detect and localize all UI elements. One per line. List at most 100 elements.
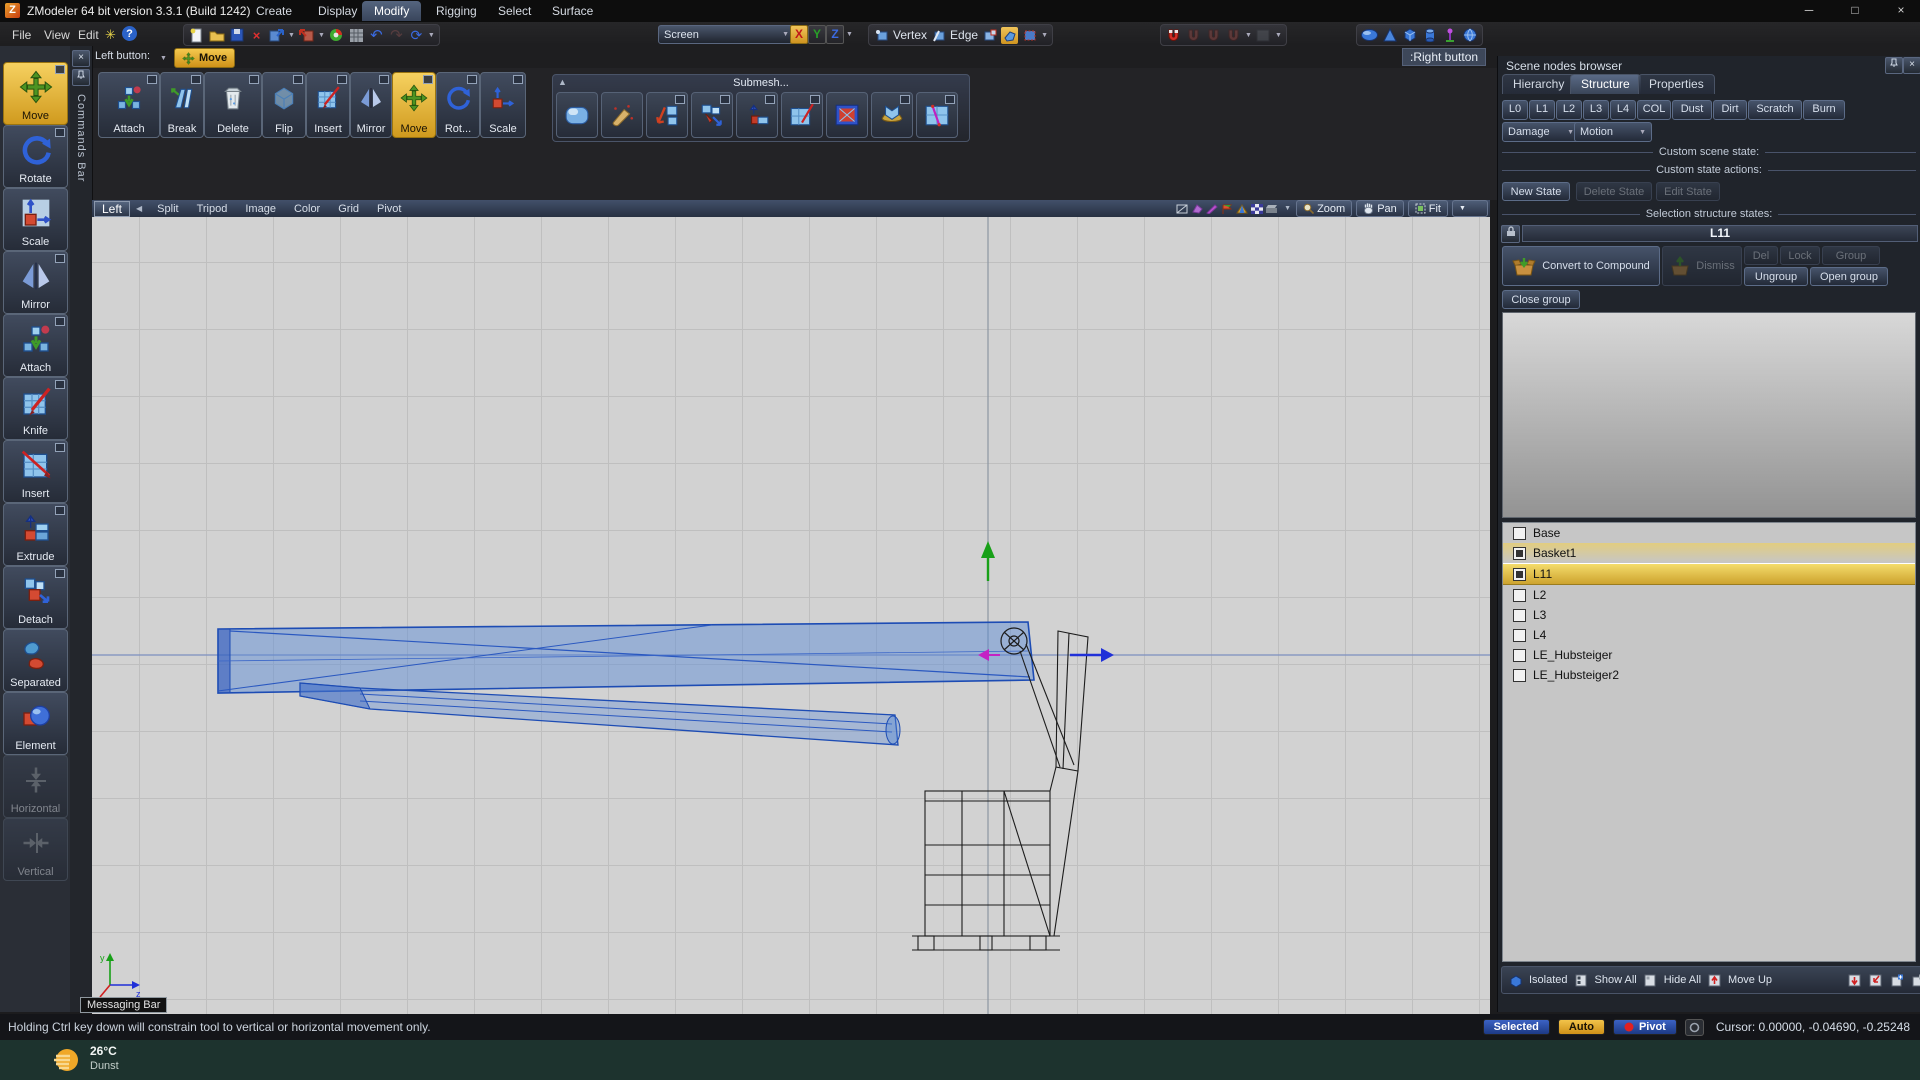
damage-dropdown[interactable]: Damage ▼ <box>1502 122 1580 142</box>
axis-z-toggle[interactable]: Z <box>826 25 844 44</box>
tab-properties[interactable]: Properties <box>1638 74 1715 94</box>
node-checkbox[interactable] <box>1513 568 1526 581</box>
polygon-mode-icon[interactable] <box>981 27 998 44</box>
zoom-button[interactable]: Zoom <box>1296 200 1352 217</box>
marker-pen-icon[interactable] <box>1204 202 1219 215</box>
layer-button-l4[interactable]: L4 <box>1610 100 1636 120</box>
new-file-icon[interactable] <box>188 27 205 44</box>
tab-surface[interactable]: Surface <box>540 1 605 21</box>
gizmo-z-arrow[interactable] <box>1070 648 1114 662</box>
weather-temp[interactable]: 26°C <box>90 1044 117 1058</box>
sidebar-item-knife[interactable]: Knife <box>3 377 68 440</box>
snap-edge-icon[interactable] <box>1185 27 1202 44</box>
viewport-menu-color[interactable]: Color <box>285 203 329 215</box>
viewport-menu-image[interactable]: Image <box>236 203 285 215</box>
viewport-canvas[interactable]: y z x <box>92 217 1490 1014</box>
primitive-cone-icon[interactable] <box>1381 27 1398 44</box>
isolated-icon[interactable] <box>1508 973 1523 988</box>
undo-icon[interactable]: ↶ <box>368 27 385 44</box>
snap-grid-icon[interactable] <box>1225 27 1242 44</box>
view-back-icon[interactable]: ◀ <box>130 204 148 213</box>
submesh-brush-icon[interactable] <box>601 92 643 138</box>
snap-target-icon[interactable] <box>1255 27 1272 44</box>
tab-modify[interactable]: Modify <box>362 1 421 21</box>
list-item[interactable]: L3 <box>1503 605 1915 625</box>
node-checkbox[interactable] <box>1513 609 1526 622</box>
layer-button-dirt[interactable]: Dirt <box>1713 100 1747 120</box>
axis-y-toggle[interactable]: Y <box>808 25 826 44</box>
axis-lock-indicator[interactable] <box>1685 1019 1704 1036</box>
space-mode-dropdown[interactable]: Screen ▼ <box>658 25 795 44</box>
tool-insert-button[interactable]: Insert <box>306 72 350 138</box>
edit-state-button[interactable]: Edit State <box>1656 182 1720 201</box>
uv-mode-icon[interactable] <box>1021 27 1038 44</box>
expand-corner-icon[interactable] <box>467 75 477 84</box>
layer-button-l3[interactable]: L3 <box>1583 100 1609 120</box>
primitive-cylinder-icon[interactable] <box>1421 27 1438 44</box>
maximize-button[interactable]: □ <box>1836 0 1874 21</box>
tab-create[interactable]: Create <box>244 1 304 21</box>
collapse-icon[interactable]: ▲ <box>558 77 567 87</box>
sidebar-item-attach[interactable]: Attach <box>3 314 68 377</box>
node-checkbox[interactable] <box>1513 589 1526 602</box>
axis-overflow-icon[interactable]: ▼ <box>846 31 853 38</box>
hide-all-label[interactable]: Hide All <box>1664 974 1701 986</box>
tool-mirror-button[interactable]: Mirror <box>350 72 392 138</box>
move-down-icon[interactable] <box>1847 973 1862 988</box>
auto-mode-button[interactable]: Auto <box>1558 1019 1605 1035</box>
help-icon[interactable]: ? <box>122 26 137 41</box>
close-group-button[interactable]: Close group <box>1502 290 1580 309</box>
export-caret-icon[interactable]: ▼ <box>288 32 295 39</box>
primitive-sphere-icon[interactable] <box>1361 27 1378 44</box>
snap-face-icon[interactable] <box>1205 27 1222 44</box>
pan-button[interactable]: Pan <box>1356 200 1404 217</box>
submesh-detach-icon[interactable] <box>691 92 733 138</box>
submesh-smooth-icon[interactable] <box>556 92 598 138</box>
panel-pin-icon[interactable] <box>1885 57 1903 74</box>
expand-corner-icon[interactable] <box>55 380 65 389</box>
gizmo-y-arrow[interactable] <box>981 541 995 581</box>
material-editor-icon[interactable] <box>328 27 345 44</box>
open-group-button[interactable]: Open group <box>1810 267 1888 286</box>
node-checkbox[interactable] <box>1513 649 1526 662</box>
layer-button-l0[interactable]: L0 <box>1502 100 1528 120</box>
left-button-caret-icon[interactable]: ▼ <box>160 55 167 62</box>
left-button-tool-chip[interactable]: Move <box>174 48 235 68</box>
refresh-icon[interactable]: ⟳ <box>408 27 425 44</box>
vertex-mode-icon[interactable] <box>873 27 890 44</box>
object-mode-icon[interactable] <box>1001 27 1018 44</box>
show-all-icon[interactable] <box>1574 973 1589 988</box>
menu-view[interactable]: View <box>38 26 76 44</box>
expand-corner-icon[interactable] <box>423 75 433 84</box>
viewport-menu-tripod[interactable]: Tripod <box>188 203 237 215</box>
sidebar-item-horizontal[interactable]: Horizontal <box>3 755 68 818</box>
move-up-label[interactable]: Move Up <box>1728 974 1772 986</box>
submesh-triangulate-icon[interactable] <box>826 92 868 138</box>
sidebar-item-vertical[interactable]: Vertical <box>3 818 68 881</box>
weather-icon[interactable] <box>52 1046 82 1074</box>
sidebar-item-mirror[interactable]: Mirror <box>3 251 68 314</box>
move-up-icon[interactable] <box>1707 973 1722 988</box>
submesh-weld-icon[interactable] <box>871 92 913 138</box>
lock-icon[interactable] <box>1501 225 1520 243</box>
selected-boom-mesh[interactable] <box>218 622 1034 693</box>
sidebar-item-rotate[interactable]: Rotate <box>3 125 68 188</box>
layer-button-burn[interactable]: Burn <box>1803 100 1845 120</box>
move-into-icon[interactable] <box>1868 973 1883 988</box>
selected-mode-button[interactable]: Selected <box>1483 1019 1550 1035</box>
tool-delete-button[interactable]: Delete <box>204 72 262 138</box>
submesh-edgeloop-icon[interactable] <box>916 92 958 138</box>
viewport-menu-grid[interactable]: Grid <box>329 203 368 215</box>
minimize-button[interactable]: ─ <box>1790 0 1828 21</box>
expand-corner-icon[interactable] <box>379 75 389 84</box>
checker-texture-icon[interactable] <box>1249 202 1264 215</box>
open-file-icon[interactable] <box>208 27 225 44</box>
primitive-sphere2-icon[interactable] <box>1461 27 1478 44</box>
tool-flip-button[interactable]: Flip <box>262 72 306 138</box>
primitive-cube-icon[interactable] <box>1401 27 1418 44</box>
del-button[interactable]: Del <box>1744 246 1778 265</box>
weather-desc[interactable]: Dunst <box>90 1060 119 1072</box>
expand-corner-icon[interactable] <box>293 75 303 84</box>
pin-commands-icon[interactable] <box>72 69 90 86</box>
list-item[interactable]: LE_Hubsteiger2 <box>1503 665 1915 685</box>
